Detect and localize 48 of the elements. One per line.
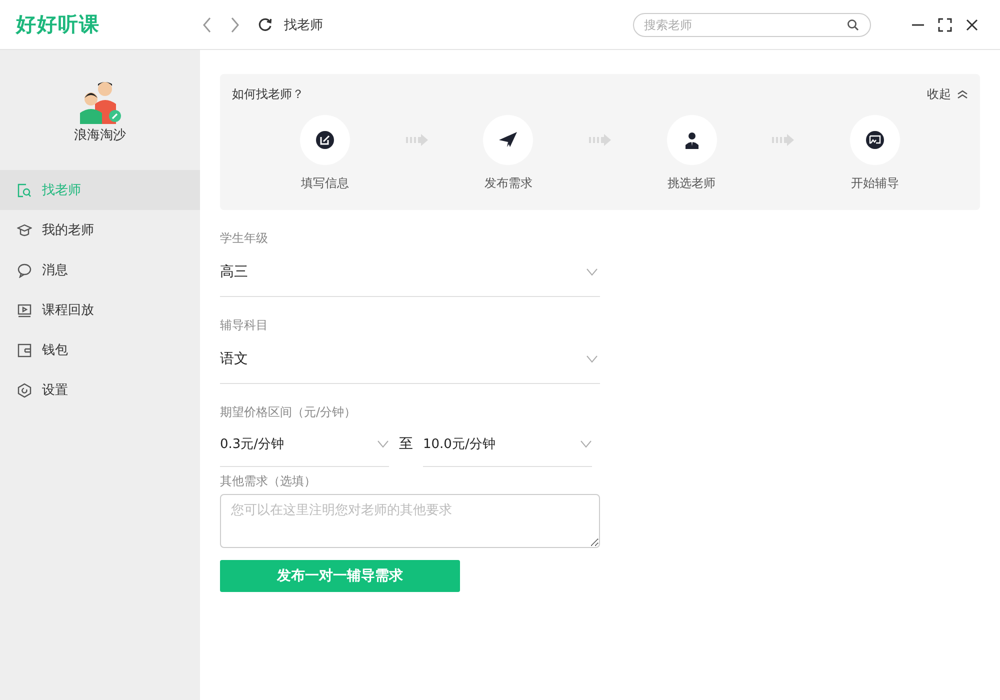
sidebar-item[interactable]: 我的老师 [0, 210, 200, 250]
step-label: 发布需求 [484, 175, 532, 192]
subject-dropdown[interactable]: 语文 [220, 334, 600, 384]
back-icon[interactable] [202, 16, 212, 32]
chevron-down-icon [586, 354, 598, 362]
app-logo: 好好听课 [14, 11, 101, 38]
chevron-down-icon [377, 440, 389, 448]
max-price-dropdown[interactable]: 10.0元/分钟 [423, 421, 592, 467]
chevron-down-icon [586, 268, 598, 276]
search-icon[interactable] [847, 18, 859, 30]
chart-board-icon [864, 130, 885, 150]
arrow-icon [772, 134, 794, 146]
chevron-up-icon [957, 90, 968, 99]
maximize-icon[interactable] [938, 18, 952, 32]
document-search-icon [17, 182, 32, 198]
field-label: 学生年级 [220, 230, 269, 247]
sidebar-item[interactable]: 钱包 [0, 330, 200, 370]
guide-title: 如何找老师？ [232, 86, 304, 103]
collapse-button[interactable]: 收起 [927, 86, 968, 103]
chevron-down-icon [580, 440, 592, 448]
wallet-icon [17, 342, 32, 358]
notes-field[interactable]: 您可以在这里注明您对老师的其他要求 [220, 494, 600, 548]
avatar-drawing[interactable] [78, 80, 122, 124]
sidebar-item[interactable]: 课程回放 [0, 290, 200, 330]
min-price-dropdown[interactable]: 0.3元/分钟 [220, 421, 389, 467]
play-screen-icon [17, 302, 32, 318]
refresh-icon[interactable] [258, 18, 272, 32]
settings-icon [17, 382, 32, 398]
arrow-icon [588, 134, 611, 146]
forward-icon[interactable] [230, 16, 240, 32]
field-label: 辅导科目 [220, 317, 269, 334]
close-icon[interactable] [965, 18, 979, 32]
range-separator: 至 [399, 435, 413, 453]
field-label: 其他需求（选填） [220, 473, 317, 490]
step-label: 开始辅导 [850, 175, 899, 192]
edit-icon [315, 130, 335, 150]
user-name: 浪海淘沙 [74, 127, 126, 144]
chat-bubble-icon [17, 262, 32, 278]
search-field[interactable]: 搜索老师 [633, 12, 871, 36]
field-label: 期望价格区间（元/分钟） [220, 404, 358, 421]
sidebar-item[interactable]: 设置 [0, 370, 200, 410]
sidebar-item[interactable]: 消息 [0, 250, 200, 290]
step-label: 填写信息 [301, 175, 349, 192]
step-label: 挑选老师 [668, 175, 716, 192]
arrow-icon [406, 134, 428, 146]
page-title: 找老师 [284, 16, 323, 34]
grade-dropdown[interactable]: 高三 [220, 247, 600, 297]
graduation-cap-icon [17, 222, 32, 238]
